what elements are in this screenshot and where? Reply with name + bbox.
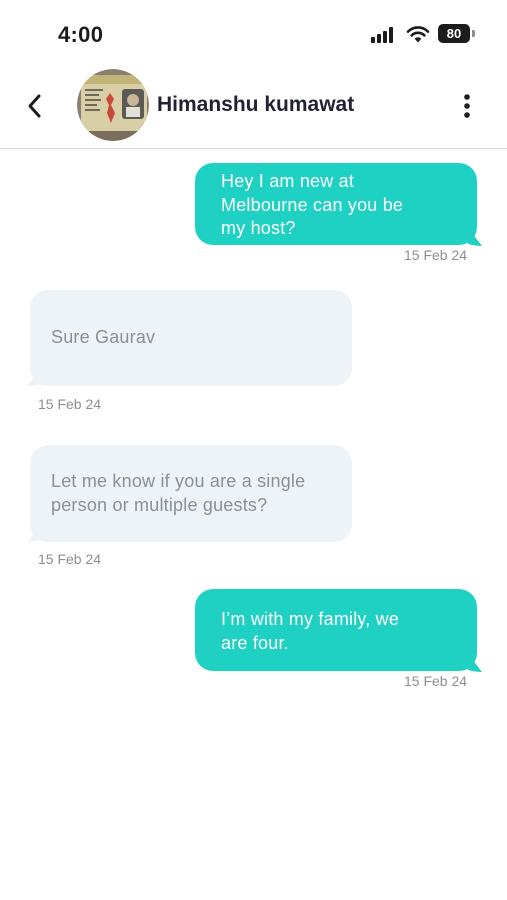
message-text: Hey I am new at [221, 171, 355, 191]
battery-icon: 80 [438, 24, 470, 43]
battery-tip [472, 30, 475, 37]
message-date: 15 Feb 24 [38, 551, 102, 567]
message-text: my host? [221, 218, 296, 238]
message-text: person or multiple guests? [51, 494, 268, 515]
message-text: I’m with my family, we [221, 609, 400, 629]
message-text: are four. [221, 632, 289, 653]
signal-icon [371, 27, 397, 43]
contact-name[interactable]: Himanshu kumawat [157, 93, 354, 117]
message-bubble[interactable]: Hey I am new at Melbourne can you be my … [195, 163, 477, 245]
message-bubble[interactable]: Sure Gaurav [30, 290, 352, 386]
message-text: Let me know if you are a single [51, 471, 306, 491]
more-vertical-icon[interactable] [455, 91, 479, 121]
chat-header: Himanshu kumawat [0, 64, 507, 149]
message-bubble[interactable]: I’m with my family, we are four. [195, 589, 477, 671]
message-bubble[interactable]: Let me know if you are a single person o… [30, 445, 352, 542]
message-date: 15 Feb 24 [404, 673, 468, 689]
message-date: 15 Feb 24 [38, 396, 102, 412]
message-date: 15 Feb 24 [404, 247, 468, 263]
message-text: Sure Gaurav [51, 327, 156, 347]
back-chevron-icon[interactable] [22, 89, 48, 123]
status-bar: 4:00 80 [0, 0, 507, 64]
wifi-icon [406, 26, 430, 43]
status-time: 4:00 [58, 22, 104, 47]
avatar[interactable] [77, 69, 149, 141]
message-text: Melbourne can you be [221, 194, 404, 215]
